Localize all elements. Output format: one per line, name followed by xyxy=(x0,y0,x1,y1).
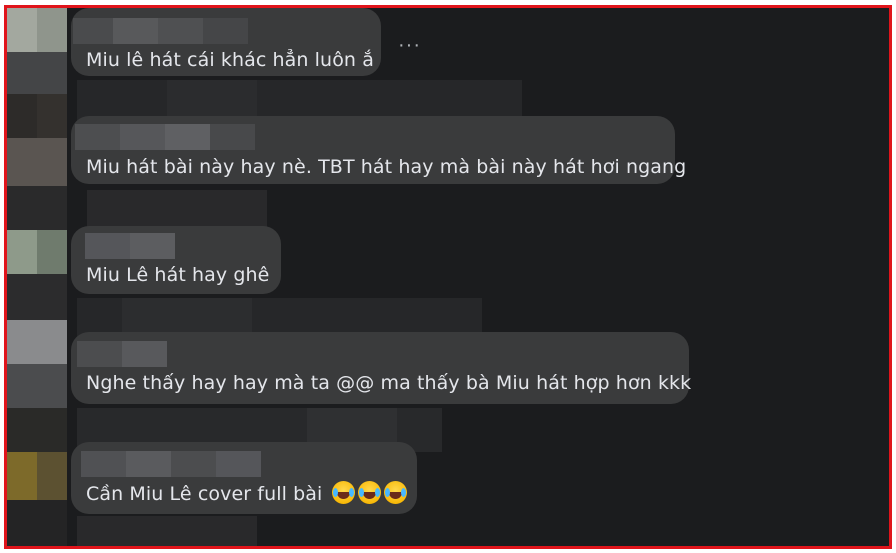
rolling-laughing-emoji-icon xyxy=(357,481,381,504)
avatar-blur xyxy=(7,8,37,52)
avatar[interactable] xyxy=(7,138,67,186)
comment-text: Nghe thấy hay hay mà ta @@ ma thấy bà Mi… xyxy=(86,372,692,394)
commenter-name[interactable] xyxy=(77,341,167,367)
commenter-name[interactable] xyxy=(85,233,175,259)
comment-thread: Miu lê hát cái khác hẳn luôn ắ ··· Miu h… xyxy=(4,5,892,549)
comment-text: Cần Miu Lê cover full bài xyxy=(86,481,407,505)
comment-text: Miu lê hát cái khác hẳn luôn ắ xyxy=(86,49,374,71)
rolling-laughing-emoji-icon xyxy=(383,481,407,504)
rolling-laughing-emoji-icon xyxy=(331,481,355,504)
commenter-name[interactable] xyxy=(75,124,255,150)
more-options-icon[interactable]: ··· xyxy=(398,34,421,57)
commenter-name[interactable] xyxy=(73,18,248,44)
commenter-name[interactable] xyxy=(81,451,261,477)
avatar[interactable] xyxy=(7,320,67,364)
comment-text-content: Cần Miu Lê cover full bài xyxy=(86,483,323,505)
comment-text: Miu hát bài này hay nè. TBT hát hay mà b… xyxy=(86,156,687,178)
comment-text: Miu Lê hát hay ghê xyxy=(86,264,270,286)
